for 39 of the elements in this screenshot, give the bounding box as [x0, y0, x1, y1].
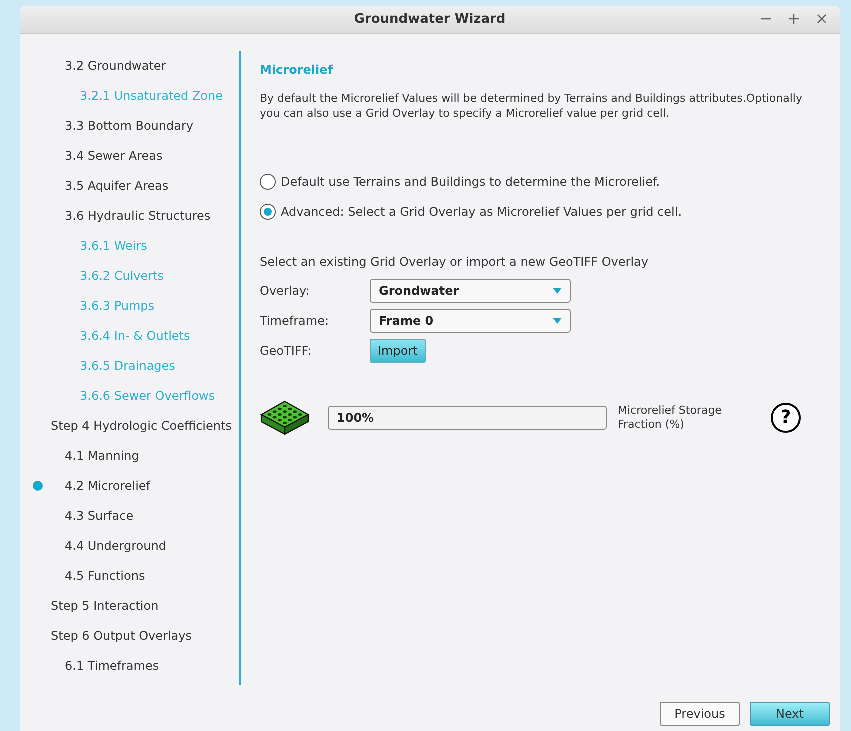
- sidebar-item[interactable]: 3.3 Bottom Boundary: [65, 117, 194, 135]
- radio-option[interactable]: Default use Terrains and Buildings to determine the Microrelief.: [260, 173, 820, 191]
- storage-fraction-field[interactable]: 100%: [328, 406, 607, 430]
- sidebar-item[interactable]: Step 4 Hydrologic Coefficients: [51, 417, 232, 435]
- window-title: Groundwater Wizard: [354, 10, 506, 29]
- radio-button[interactable]: [260, 174, 276, 190]
- help-button[interactable]: ?: [771, 403, 801, 433]
- window-control-button[interactable]: +: [786, 10, 802, 28]
- field-label: Timeframe:: [260, 313, 330, 330]
- window-control-button[interactable]: −: [758, 10, 774, 28]
- sidebar-item[interactable]: 4.3 Surface: [65, 507, 134, 525]
- radio-option[interactable]: Advanced: Select a Grid Overlay as Microrelief Values per grid cell.: [260, 203, 820, 221]
- sidebar-item[interactable]: 3.4 Sewer Areas: [65, 147, 163, 165]
- dropdown[interactable]: Frame 0: [370, 309, 571, 333]
- field-label: Overlay:: [260, 283, 311, 300]
- sidebar-item[interactable]: 4.5 Functions: [65, 567, 146, 585]
- section-title: Microrelief: [260, 62, 334, 79]
- grid-block-icon: [260, 399, 310, 437]
- caret-icon: [553, 288, 562, 294]
- previous-button[interactable]: Previous: [660, 702, 740, 726]
- description: By default the Microrelief Values will be determined by Terrains and Buildings attributes.Optionally you can also use a Grid Overlay to specify a Microrelief value per grid cell.: [260, 91, 804, 121]
- sidebar-item[interactable]: Step 6 Output Overlays: [51, 627, 192, 645]
- next-button[interactable]: Next: [750, 702, 830, 726]
- instruction-text: Select an existing Grid Overlay or import a new GeoTIFF Overlay: [260, 254, 650, 271]
- caret-icon: [553, 318, 562, 324]
- sidebar-item[interactable]: 6.1 Timeframes: [65, 657, 160, 675]
- sidebar-item[interactable]: 4.2 Microrelief: [65, 477, 151, 495]
- dropdown[interactable]: Grondwater: [370, 279, 571, 303]
- sidebar-item[interactable]: 4.1 Manning: [65, 447, 140, 465]
- field-label: Microrelief Storage Fraction (%): [618, 404, 723, 432]
- sidebar-item[interactable]: 3.6 Hydraulic Structures: [65, 207, 211, 225]
- radio-button[interactable]: [260, 204, 276, 220]
- import-button[interactable]: Import: [370, 339, 426, 363]
- field-label: GeoTIFF:: [260, 343, 313, 360]
- sidebar-item[interactable]: 3.5 Aquifer Areas: [65, 177, 169, 195]
- window-control-button[interactable]: ×: [814, 10, 830, 28]
- sidebar-item[interactable]: 3.2 Groundwater: [65, 57, 166, 75]
- sidebar-item[interactable]: 4.4 Underground: [65, 537, 166, 555]
- sidebar-item[interactable]: Step 5 Interaction: [51, 597, 159, 615]
